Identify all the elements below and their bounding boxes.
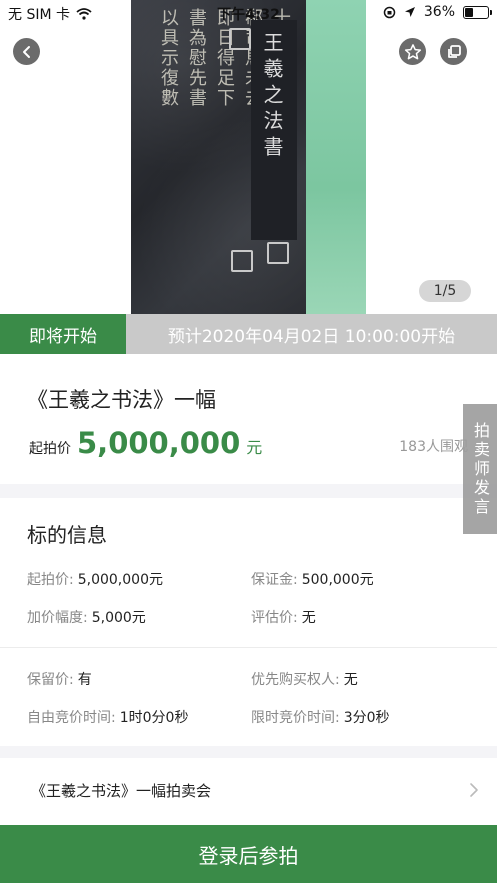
section-divider bbox=[0, 746, 497, 758]
info-label: 加价幅度: bbox=[27, 610, 88, 626]
login-to-bid-button[interactable]: 登录后参拍 bbox=[0, 825, 497, 883]
copy-icon bbox=[447, 44, 461, 58]
info-value: 有 bbox=[77, 672, 92, 688]
info-value: 无 bbox=[343, 672, 358, 688]
info-value: 3分0秒 bbox=[343, 710, 390, 726]
seal-stamp bbox=[231, 250, 253, 272]
hero-gallery[interactable]: 十七日先書 郗司馬未去 即日得足下 書為慰先書 以具示復數 王羲之法書 1/5 bbox=[0, 0, 497, 314]
section-divider bbox=[0, 484, 497, 498]
location-arrow-icon bbox=[404, 7, 415, 17]
lot-summary-card: 《王羲之书法》一幅 起拍价 5,000,000 元 183人围观 bbox=[0, 354, 497, 484]
seal-stamp bbox=[229, 28, 251, 50]
lot-info-card: 标的信息 起拍价: 5,000,000元 保证金: 500,000元 加价幅度: 5,… bbox=[0, 498, 497, 746]
status-bar: 无 SIM 卡 下午4:32 36% bbox=[0, 0, 497, 26]
chevron-right-icon bbox=[470, 783, 478, 797]
back-button[interactable] bbox=[13, 38, 40, 65]
info-label: 评估价: bbox=[251, 610, 298, 626]
battery-level-fill bbox=[465, 7, 473, 17]
info-label: 保留价: bbox=[27, 672, 74, 688]
info-value: 1时0分0秒 bbox=[119, 710, 189, 726]
battery-percent: 36% bbox=[423, 4, 455, 20]
chevron-left-icon bbox=[22, 45, 30, 58]
inscription-col: 書為慰先書 bbox=[186, 8, 207, 108]
auctioneer-statement-tab[interactable]: 拍卖师发言 bbox=[463, 404, 497, 534]
info-label: 自由竞价时间: bbox=[27, 710, 116, 726]
battery-icon bbox=[463, 5, 492, 19]
info-starting-price: 起拍价: 5,000,000元 bbox=[27, 569, 163, 589]
lot-photo[interactable]: 十七日先書 郗司馬未去 即日得足下 書為慰先書 以具示復數 王羲之法書 bbox=[131, 0, 366, 314]
session-title: 《王羲之书法》一幅拍卖会 bbox=[31, 782, 212, 800]
info-value: 无 bbox=[301, 610, 316, 626]
lot-title: 《王羲之书法》一幅 bbox=[27, 388, 216, 412]
info-label: 优先购买权人: bbox=[251, 672, 340, 688]
info-value: 5,000,000元 bbox=[77, 572, 163, 588]
star-icon bbox=[404, 43, 421, 59]
info-free-bidding-time: 自由竞价时间: 1时0分0秒 bbox=[27, 707, 188, 727]
status-badge: 即将开始 bbox=[0, 314, 126, 354]
watcher-count: 183人围观 bbox=[399, 439, 468, 455]
cover-title-label: 王羲之法書 bbox=[251, 20, 297, 240]
info-bid-increment: 加价幅度: 5,000元 bbox=[27, 607, 146, 627]
auction-session-link[interactable]: 《王羲之书法》一幅拍卖会 bbox=[0, 758, 497, 822]
info-preemptive-buyer: 优先购买权人: 无 bbox=[251, 669, 358, 689]
price-value: 5,000,000 bbox=[77, 426, 241, 460]
orientation-lock-icon bbox=[383, 6, 396, 18]
info-label: 限时竞价时间: bbox=[251, 710, 340, 726]
seal-stamp bbox=[267, 242, 289, 264]
info-value: 5,000元 bbox=[91, 610, 146, 626]
info-deposit: 保证金: 500,000元 bbox=[251, 569, 374, 589]
section-title: 标的信息 bbox=[27, 523, 107, 547]
share-button[interactable] bbox=[440, 38, 467, 65]
info-label: 保证金: bbox=[251, 572, 298, 588]
scheduled-start-time: 预计2020年04月02日 10:00:00开始 bbox=[126, 314, 497, 354]
auction-status-strip: 即将开始 预计2020年04月02日 10:00:00开始 bbox=[0, 314, 497, 354]
info-label: 起拍价: bbox=[27, 572, 74, 588]
divider bbox=[0, 647, 497, 648]
info-appraisal: 评估价: 无 bbox=[251, 607, 316, 627]
favorite-button[interactable] bbox=[399, 38, 426, 65]
inscription-col: 以具示復數 bbox=[158, 8, 179, 108]
starting-price: 起拍价 5,000,000 元 bbox=[29, 426, 262, 460]
price-label: 起拍价 bbox=[29, 441, 71, 457]
info-value: 500,000元 bbox=[301, 572, 374, 588]
info-reserve-price: 保留价: 有 bbox=[27, 669, 92, 689]
book-cover-green bbox=[306, 0, 366, 314]
page-indicator: 1/5 bbox=[419, 280, 471, 302]
price-unit: 元 bbox=[246, 438, 263, 457]
info-timed-bidding-time: 限时竞价时间: 3分0秒 bbox=[251, 707, 390, 727]
